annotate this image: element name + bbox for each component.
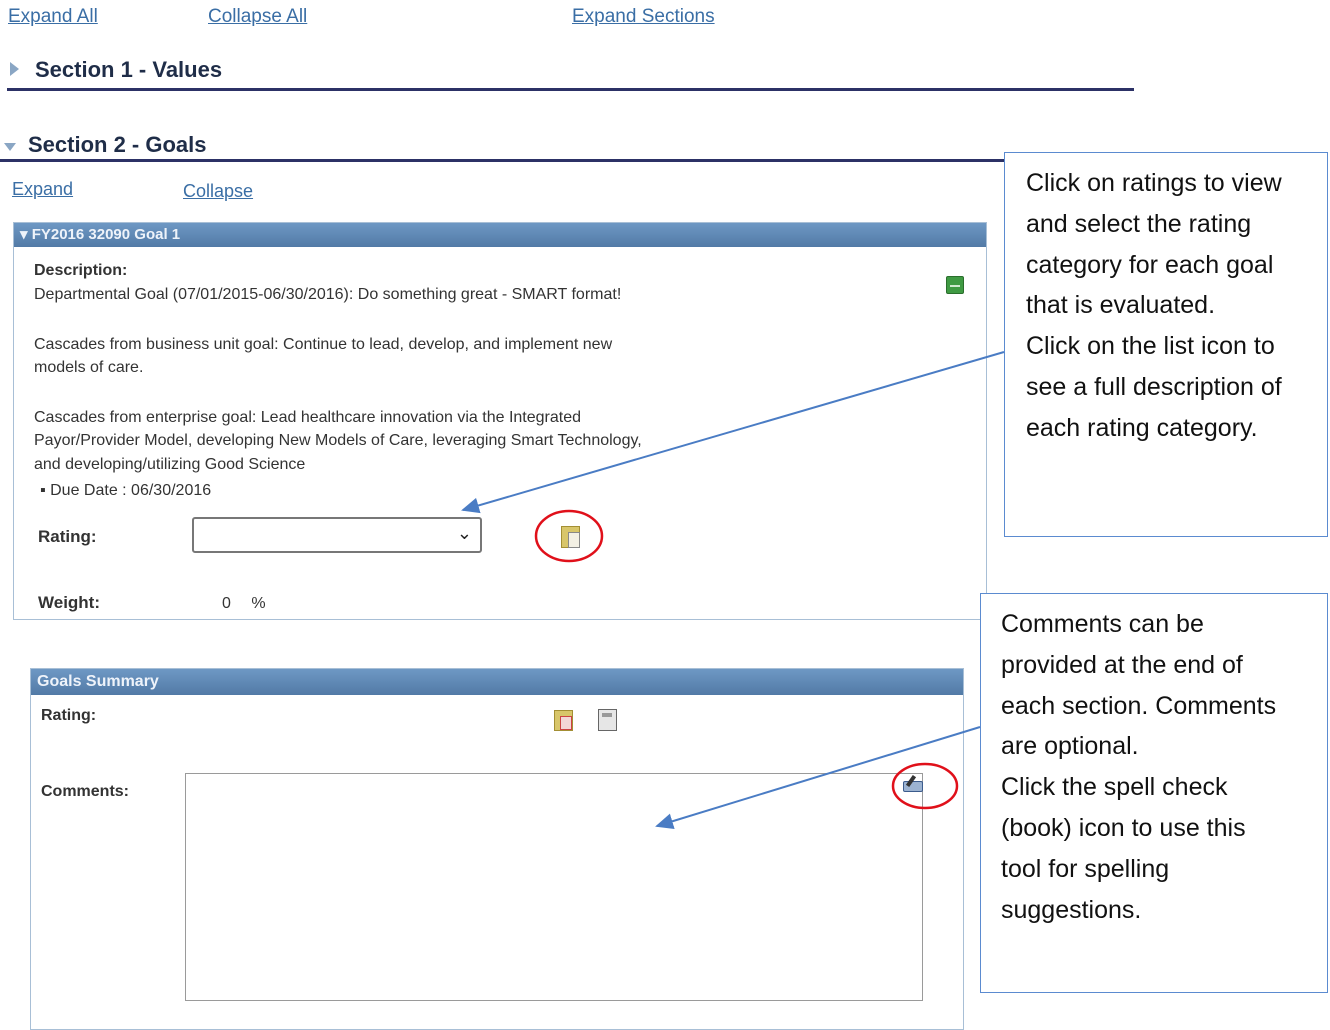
summary-rating-label: Rating: xyxy=(41,707,97,724)
due-date: ▪ Due Date : 06/30/2016 xyxy=(40,482,212,499)
calculator-icon[interactable] xyxy=(598,709,617,731)
weight-label: Weight: xyxy=(38,593,101,612)
goals-summary-panel: Goals Summary Rating: Comments: xyxy=(30,668,964,1030)
section2-divider xyxy=(0,159,1005,162)
goal-header[interactable]: ▾ FY2016 32090 Goal 1 xyxy=(14,223,986,247)
section1-title[interactable]: Section 1 - Values xyxy=(35,57,222,83)
section1-divider xyxy=(7,88,1134,91)
bullet-icon: ▪ xyxy=(40,482,51,499)
goals-summary-header: Goals Summary xyxy=(31,669,963,695)
section2-title[interactable]: Section 2 - Goals xyxy=(28,132,207,158)
description-line-1: Departmental Goal (07/01/2015-06/30/2016… xyxy=(34,286,622,303)
callout-comments: Comments can be provided at the end of e… xyxy=(980,593,1328,993)
expand-sections-link[interactable]: Expand Sections xyxy=(572,6,715,28)
rating-list-icon[interactable] xyxy=(561,526,580,548)
green-note-icon[interactable] xyxy=(946,276,964,294)
callout-ratings: Click on ratings to view and select the … xyxy=(1004,152,1328,537)
expand-all-link[interactable]: Expand All xyxy=(8,6,98,28)
description-line-2: Cascades from business unit goal: Contin… xyxy=(34,336,613,353)
section2-toggle-icon[interactable] xyxy=(4,143,16,151)
description-line-6: and developing/utilizing Good Science xyxy=(34,456,306,473)
rating-label: Rating: xyxy=(38,527,97,546)
comments-label: Comments: xyxy=(41,783,130,800)
weight-value: 0 % xyxy=(222,595,266,612)
description-line-5: Payor/Provider Model, developing New Mod… xyxy=(34,432,642,449)
description-label: Description: xyxy=(34,262,128,279)
goal-collapse-icon[interactable]: ▾ xyxy=(20,226,32,243)
comments-textarea[interactable] xyxy=(185,773,923,1001)
section1-toggle-icon[interactable] xyxy=(10,62,19,76)
summary-rating-list-icon[interactable] xyxy=(554,710,573,731)
collapse-all-link[interactable]: Collapse All xyxy=(208,6,307,28)
description-line-3: models of care. xyxy=(34,359,144,376)
spell-check-icon[interactable] xyxy=(900,773,924,793)
rating-dropdown[interactable]: ⌄ xyxy=(192,517,482,553)
collapse-link[interactable]: Collapse xyxy=(183,181,253,202)
goal-panel: ▾ FY2016 32090 Goal 1 Description: Depar… xyxy=(13,222,987,620)
expand-link[interactable]: Expand xyxy=(12,179,73,200)
description-line-4: Cascades from enterprise goal: Lead heal… xyxy=(34,409,582,426)
chevron-down-icon: ⌄ xyxy=(456,523,472,543)
